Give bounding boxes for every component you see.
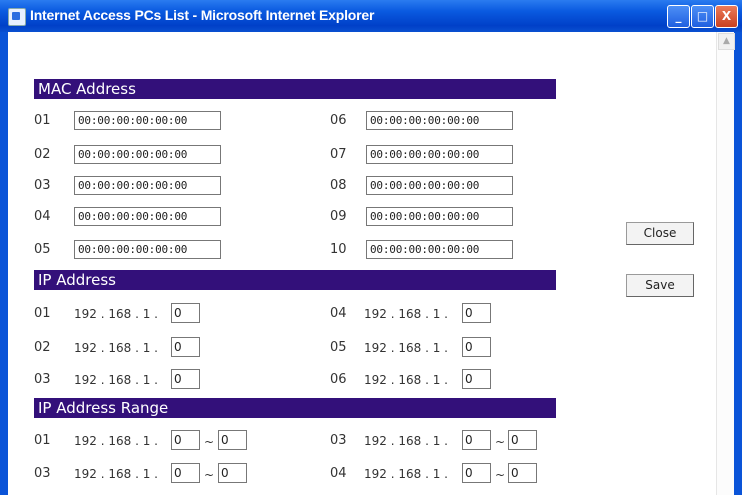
range-from-input[interactable]: 0 [462,430,491,450]
ip-label: 05 [330,340,347,355]
mac-label: 04 [34,209,51,224]
ip-range-header: IP Address Range [34,398,556,418]
ip-prefix: 192 . 168 . 1 . [74,307,158,321]
ip-prefix: 192 . 168 . 1 . [74,341,158,355]
ip-label: 02 [34,340,51,355]
ip-prefix: 192 . 168 . 1 . [74,373,158,387]
mac-label: 08 [330,178,347,193]
mac-label: 02 [34,147,51,162]
ip-label: 01 [34,306,51,321]
ip-octet-input[interactable]: 0 [462,369,491,389]
ip-octet-input[interactable]: 0 [171,369,200,389]
range-to-input[interactable]: 0 [508,430,537,450]
mac-input[interactable]: 00:00:00:00:00:00 [74,176,221,195]
ip-prefix: 192 . 168 . 1 . [364,307,448,321]
range-label: 04 [330,466,347,481]
mac-input[interactable]: 00:00:00:00:00:00 [366,240,513,259]
maximize-button[interactable]: □ [691,5,714,28]
ip-label: 06 [330,372,347,387]
mac-input[interactable]: 00:00:00:00:00:00 [366,207,513,226]
mac-label: 06 [330,113,347,128]
minimize-button[interactable]: _ [667,5,690,28]
ip-label: 04 [330,306,347,321]
scroll-up-arrow-icon[interactable]: ▲ [718,33,735,50]
mac-address-header: MAC Address [34,79,556,99]
ip-prefix: 192 . 168 . 1 . [364,467,448,481]
mac-input[interactable]: 00:00:00:00:00:00 [74,207,221,226]
mac-label: 09 [330,209,347,224]
ip-octet-input[interactable]: 0 [171,303,200,323]
range-tilde: ~ [495,468,506,482]
ip-octet-input[interactable]: 0 [171,337,200,357]
ip-prefix: 192 . 168 . 1 . [364,341,448,355]
mac-input[interactable]: 00:00:00:00:00:00 [366,176,513,195]
mac-input[interactable]: 00:00:00:00:00:00 [366,111,513,130]
title-bar: Internet Access PCs List - Microsoft Int… [0,0,742,32]
mac-input[interactable]: 00:00:00:00:00:00 [74,145,221,164]
ip-prefix: 192 . 168 . 1 . [74,467,158,481]
range-label: 01 [34,433,51,448]
mac-input[interactable]: 00:00:00:00:00:00 [74,240,221,259]
range-from-input[interactable]: 0 [171,430,200,450]
ip-prefix: 192 . 168 . 1 . [364,373,448,387]
ip-label: 03 [34,372,51,387]
ip-prefix: 192 . 168 . 1 . [74,434,158,448]
mac-label: 01 [34,113,51,128]
range-label: 03 [330,433,347,448]
close-button[interactable]: Close [626,222,694,245]
close-window-button[interactable]: X [715,5,738,28]
vertical-scrollbar[interactable]: ▲ [716,32,735,495]
mac-label: 03 [34,178,51,193]
ip-octet-input[interactable]: 0 [462,303,491,323]
mac-label: 07 [330,147,347,162]
mac-label: 05 [34,242,51,257]
range-to-input[interactable]: 0 [508,463,537,483]
mac-input[interactable]: 00:00:00:00:00:00 [366,145,513,164]
browser-window: Internet Access PCs List - Microsoft Int… [0,0,742,495]
save-button[interactable]: Save [626,274,694,297]
range-to-input[interactable]: 0 [218,463,247,483]
ip-octet-input[interactable]: 0 [462,337,491,357]
range-to-input[interactable]: 0 [218,430,247,450]
ip-address-header: IP Address [34,270,556,290]
mac-input[interactable]: 00:00:00:00:00:00 [74,111,221,130]
ie-icon [8,8,26,26]
range-from-input[interactable]: 0 [171,463,200,483]
range-tilde: ~ [495,435,506,449]
range-from-input[interactable]: 0 [462,463,491,483]
window-title: Internet Access PCs List - Microsoft Int… [30,7,375,23]
ip-prefix: 192 . 168 . 1 . [364,434,448,448]
range-label: 03 [34,466,51,481]
range-tilde: ~ [204,435,215,449]
mac-label: 10 [330,242,347,257]
range-tilde: ~ [204,468,215,482]
page-content: ▲ MAC Address 01 00:00:00:00:00:00 02 00… [8,32,735,495]
